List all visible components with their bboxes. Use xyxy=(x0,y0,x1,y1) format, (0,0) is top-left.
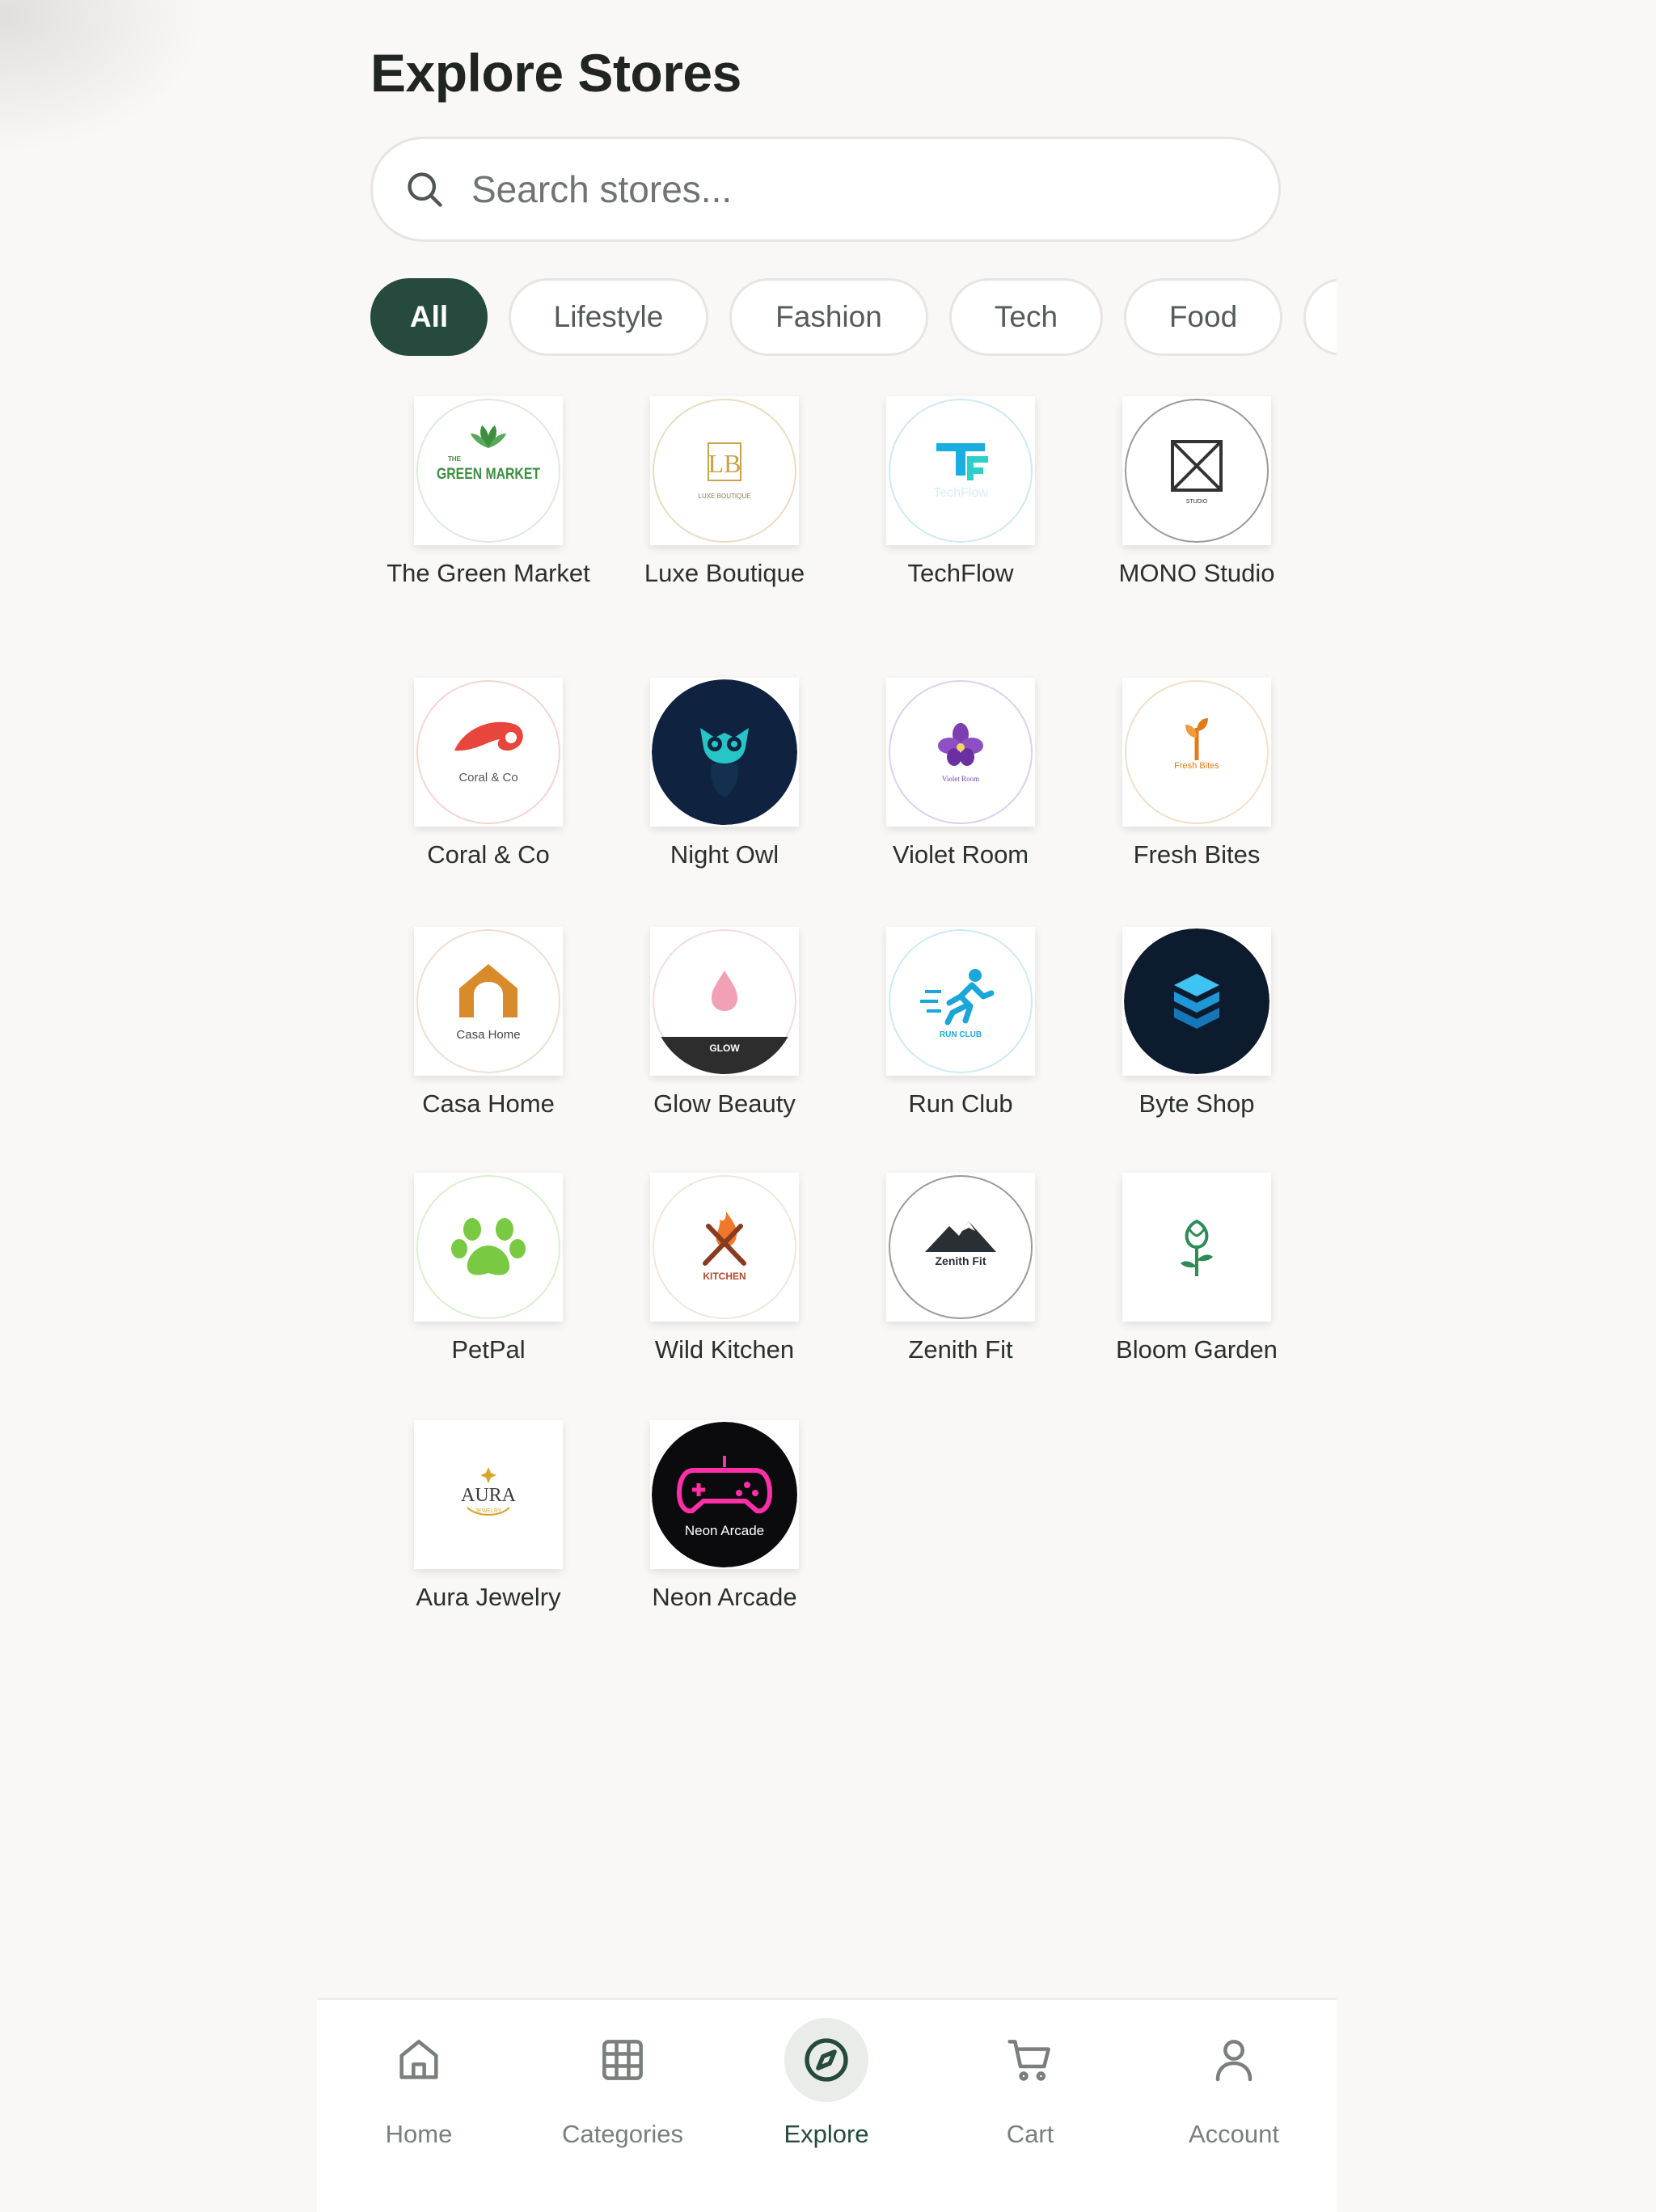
store-name: Wild Kitchen xyxy=(654,1335,795,1364)
svg-text:Neon Arcade: Neon Arcade xyxy=(685,1523,764,1538)
store-logo-card[interactable] xyxy=(414,1173,563,1322)
store-logo-card[interactable]: Coral & Co xyxy=(414,678,563,827)
nav-label: Explore xyxy=(784,2120,869,2148)
store-logo-card[interactable]: AURA JEWELRY xyxy=(414,1420,563,1569)
store-name: Coral & Co xyxy=(427,840,550,869)
nav-item-home[interactable]: Home xyxy=(317,2000,521,2212)
tf-monogram-icon: TechFlow xyxy=(888,398,1033,543)
svg-text:GLOW: GLOW xyxy=(709,1043,740,1054)
store-logo-card[interactable]: KITCHEN xyxy=(650,1173,799,1322)
filter-chips: All Lifestyle Fashion Tech Food xyxy=(370,278,1337,359)
filter-chip-tech[interactable]: Tech xyxy=(949,278,1103,356)
svg-text:KITCHEN: KITCHEN xyxy=(703,1271,746,1282)
nav-item-explore[interactable]: Explore xyxy=(724,2000,928,2212)
coral-wave-icon: Coral & Co xyxy=(416,679,561,825)
search-input[interactable] xyxy=(470,167,1201,212)
bottom-nav: Home Categories Explore Cart Account xyxy=(317,1998,1337,2212)
page-title: Explore Stores xyxy=(370,43,741,103)
nav-label: Cart xyxy=(1006,2120,1054,2148)
search-icon xyxy=(403,168,446,210)
user-icon xyxy=(1192,2018,1276,2102)
filter-chip-all[interactable]: All xyxy=(370,278,488,356)
store-logo-card[interactable]: Casa Home xyxy=(414,927,563,1076)
search-bar[interactable] xyxy=(370,137,1281,242)
store-logo-card[interactable]: THE GREEN MARKET xyxy=(414,396,563,545)
sprout-icon: Fresh Bites xyxy=(1124,679,1269,825)
store-name: Bloom Garden xyxy=(1116,1335,1278,1364)
svg-text:TechFlow: TechFlow xyxy=(933,486,988,500)
gamepad-icon: Neon Arcade xyxy=(652,1422,797,1567)
store-logo-card[interactable] xyxy=(650,678,799,827)
svg-text:Violet Room: Violet Room xyxy=(942,775,979,783)
svg-text:LUXE BOUTIQUE: LUXE BOUTIQUE xyxy=(699,493,751,500)
store-logo-card[interactable]: Fresh Bites xyxy=(1122,678,1271,827)
crossed-square-icon: STUDIO xyxy=(1124,398,1269,543)
store-logo-card[interactable]: RUN CLUB xyxy=(886,927,1035,1076)
paw-icon xyxy=(416,1174,561,1320)
filter-chip-food[interactable]: Food xyxy=(1124,278,1282,356)
grid-icon xyxy=(581,2018,665,2102)
nav-item-categories[interactable]: Categories xyxy=(521,2000,724,2212)
arch-house-icon: Casa Home xyxy=(416,928,561,1074)
nav-item-account[interactable]: Account xyxy=(1132,2000,1336,2212)
violet-flower-icon: Violet Room xyxy=(888,679,1033,825)
edge-shadow xyxy=(0,0,207,154)
store-logo-card[interactable] xyxy=(1122,1173,1271,1322)
store-name: PetPal xyxy=(451,1335,526,1364)
nav-label: Account xyxy=(1188,2120,1279,2148)
leaf-icon: THE GREEN MARKET xyxy=(416,398,561,543)
filter-chip-more[interactable] xyxy=(1303,278,1337,356)
compass-icon xyxy=(784,2018,868,2102)
runner-icon: RUN CLUB xyxy=(888,928,1033,1074)
svg-text:AURA: AURA xyxy=(461,1485,517,1506)
nav-item-cart[interactable]: Cart xyxy=(928,2000,1132,2212)
store-name: The Green Market xyxy=(387,559,590,587)
store-logo-card[interactable]: GLOW xyxy=(650,927,799,1076)
store-name: Neon Arcade xyxy=(652,1583,797,1611)
cube-stack-icon xyxy=(1124,928,1269,1074)
store-name: Glow Beauty xyxy=(653,1089,796,1118)
app-screen: Explore Stores All Lifestyle Fashion Tech Fo… xyxy=(207,0,1337,2212)
svg-text:Coral & Co: Coral & Co xyxy=(458,771,518,785)
store-name: Run Club xyxy=(908,1089,1013,1118)
store-logo-card[interactable]: Violet Room xyxy=(886,678,1035,827)
monogram-icon: LB LUXE BOUTIQUE xyxy=(652,398,797,543)
filter-chip-lifestyle[interactable]: Lifestyle xyxy=(509,278,708,356)
mountain-icon: Zenith Fit xyxy=(888,1174,1033,1320)
cart-icon xyxy=(988,2018,1072,2102)
store-name: Night Owl xyxy=(670,840,779,869)
home-icon xyxy=(377,2018,461,2102)
store-logo-card[interactable]: TechFlow xyxy=(886,396,1035,545)
filter-chip-fashion[interactable]: Fashion xyxy=(729,278,928,356)
svg-text:Casa Home: Casa Home xyxy=(456,1028,520,1042)
flame-utensils-icon: KITCHEN xyxy=(652,1174,797,1320)
svg-text:Zenith Fit: Zenith Fit xyxy=(936,1254,986,1267)
droplet-icon: GLOW xyxy=(652,928,797,1074)
store-name: Violet Room xyxy=(892,840,1029,869)
svg-text:LB: LB xyxy=(708,449,741,478)
svg-text:THE: THE xyxy=(448,455,462,463)
store-logo-card[interactable] xyxy=(1122,927,1271,1076)
svg-text:STUDIO: STUDIO xyxy=(1186,499,1208,505)
store-name: Zenith Fit xyxy=(908,1335,1013,1364)
store-name: Casa Home xyxy=(422,1089,555,1118)
store-name: MONO Studio xyxy=(1118,559,1275,587)
store-logo-card[interactable]: Neon Arcade xyxy=(650,1420,799,1569)
store-name: Fresh Bites xyxy=(1133,840,1261,869)
svg-text:RUN CLUB: RUN CLUB xyxy=(940,1030,982,1039)
store-name: Aura Jewelry xyxy=(416,1583,561,1611)
svg-text:Fresh Bites: Fresh Bites xyxy=(1174,761,1219,771)
store-name: TechFlow xyxy=(907,559,1014,587)
store-logo-card[interactable]: STUDIO xyxy=(1122,396,1271,545)
nav-label: Categories xyxy=(562,2120,683,2148)
store-logo-card[interactable]: LB LUXE BOUTIQUE xyxy=(650,396,799,545)
sparkle-icon: AURA JEWELRY xyxy=(416,1422,561,1567)
store-logo-card[interactable]: Zenith Fit xyxy=(886,1173,1035,1322)
tulip-icon xyxy=(1124,1174,1269,1320)
svg-text:GREEN MARKET: GREEN MARKET xyxy=(437,466,540,483)
store-name: Luxe Boutique xyxy=(644,559,805,587)
owl-icon xyxy=(652,679,797,825)
store-name: Byte Shop xyxy=(1138,1089,1255,1118)
nav-label: Home xyxy=(385,2120,453,2148)
